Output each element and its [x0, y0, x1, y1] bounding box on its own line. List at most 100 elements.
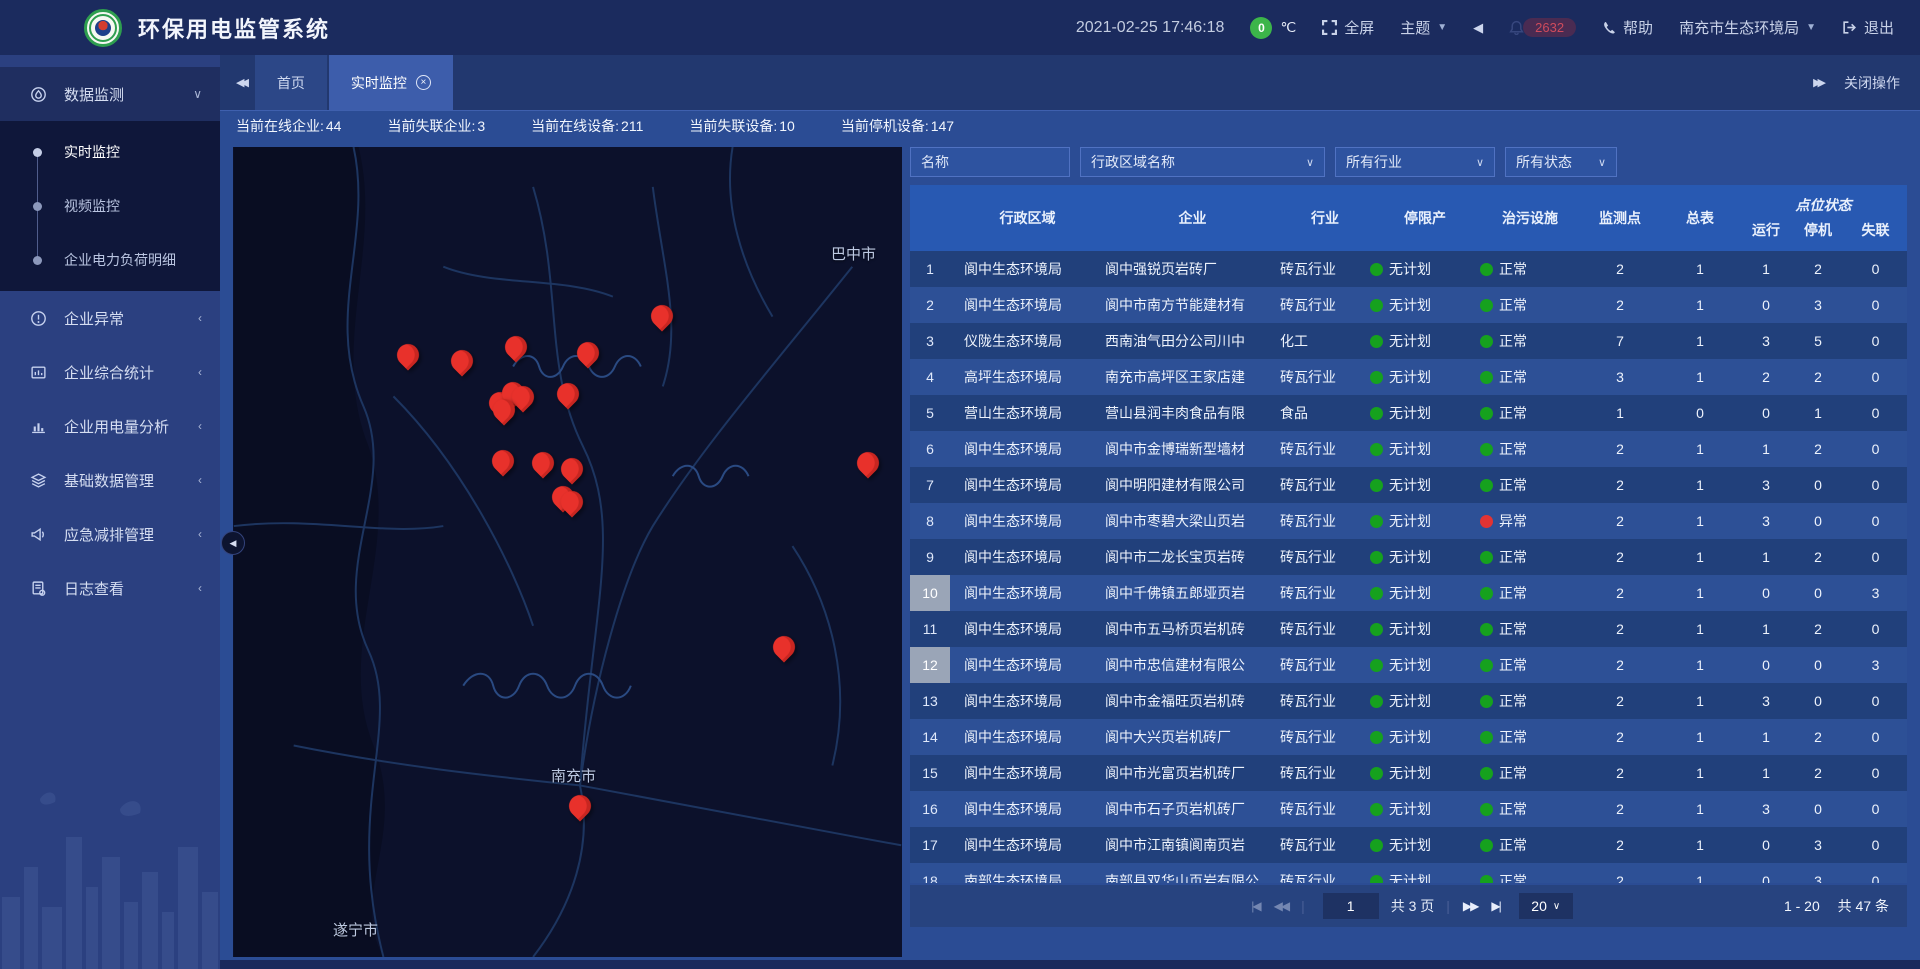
prev-page-icon[interactable]: ◀◀	[1267, 899, 1295, 913]
map-roads	[233, 147, 902, 957]
sidebar-subitem[interactable]: 企业电力负荷明细	[0, 233, 220, 287]
table-row[interactable]: 3仪陇生态环境局西南油气田分公司川中化工无计划正常71350	[910, 323, 1907, 359]
horizontal-scrollbar[interactable]	[220, 960, 1920, 969]
limit-status-cell: 无计划	[1370, 727, 1480, 747]
tabs-scroll-right-icon[interactable]: ▶▶	[1813, 76, 1826, 89]
status-dot	[1370, 623, 1383, 636]
table-row[interactable]: 6阆中生态环境局阆中市金博瑞新型墙材砖瓦行业无计划正常21120	[910, 431, 1907, 467]
map-collapse-handle[interactable]: ◀	[221, 531, 245, 555]
org-label: 南充市生态环境局	[1679, 17, 1799, 38]
industry-filter-select[interactable]: 所有行业 ∨	[1335, 147, 1495, 177]
stop-count-cell: 2	[1792, 369, 1844, 385]
map-panel[interactable]: 巴中市南充市遂宁市 ◀	[233, 147, 902, 957]
meters-cell: 1	[1660, 441, 1740, 457]
industry-cell: 砖瓦行业	[1280, 799, 1370, 819]
run-count-cell: 3	[1740, 693, 1792, 709]
table-row[interactable]: 1阆中生态环境局阆中强锐页岩砖厂砖瓦行业无计划正常21120	[910, 251, 1907, 287]
row-number: 13	[910, 683, 950, 719]
limit-status-cell: 无计划	[1370, 619, 1480, 639]
table-row[interactable]: 4高坪生态环境局南充市高坪区王家店建砖瓦行业无计划正常31220	[910, 359, 1907, 395]
stop-count-cell: 0	[1792, 657, 1844, 673]
last-page-icon[interactable]: ▶|	[1484, 899, 1506, 913]
limit-status-cell: 无计划	[1370, 763, 1480, 783]
table-row[interactable]: 12阆中生态环境局阆中市忠信建材有限公砖瓦行业无计划正常21003	[910, 647, 1907, 683]
limit-status-cell: 无计划	[1370, 511, 1480, 531]
notifications-button[interactable]: 2632	[1509, 18, 1576, 37]
stat-label: 当前失联设备:	[689, 118, 777, 134]
mute-icon[interactable]: ◀	[1473, 20, 1483, 36]
facility-status-label: 正常	[1499, 657, 1527, 673]
meters-cell: 1	[1660, 369, 1740, 385]
meters-cell: 1	[1660, 657, 1740, 673]
page-number-input[interactable]: 1	[1323, 893, 1379, 919]
help-button[interactable]: 帮助	[1602, 17, 1653, 38]
map-city-label: 遂宁市	[333, 919, 378, 940]
table-row[interactable]: 11阆中生态环境局阆中市五马桥页岩机砖砖瓦行业无计划正常21120	[910, 611, 1907, 647]
table-row[interactable]: 9阆中生态环境局阆中市二龙长宝页岩砖砖瓦行业无计划正常21120	[910, 539, 1907, 575]
tabs-scroll-left-icon[interactable]: ◀◀	[220, 76, 255, 89]
stat-label: 当前停机设备:	[841, 118, 929, 134]
org-dropdown[interactable]: 南充市生态环境局 ▼	[1679, 17, 1816, 38]
region-cell: 阆中生态环境局	[950, 691, 1105, 711]
map-city-label: 巴中市	[831, 243, 876, 264]
sidebar-subitem[interactable]: 视频监控	[0, 179, 220, 233]
facility-status-label: 正常	[1499, 693, 1527, 709]
table-row[interactable]: 7阆中生态环境局阆中明阳建材有限公司砖瓦行业无计划正常21300	[910, 467, 1907, 503]
name-filter-input[interactable]	[910, 147, 1070, 177]
table-row[interactable]: 13阆中生态环境局阆中市金福旺页岩机砖砖瓦行业无计划正常21300	[910, 683, 1907, 719]
facility-status-cell: 正常	[1480, 799, 1580, 819]
lost-count-cell: 0	[1844, 477, 1907, 493]
tab-close-icon[interactable]: ×	[416, 75, 431, 90]
status-dot	[1480, 731, 1493, 744]
table-row[interactable]: 2阆中生态环境局阆中市南方节能建材有砖瓦行业无计划正常21030	[910, 287, 1907, 323]
limit-status-cell: 无计划	[1370, 835, 1480, 855]
company-cell: 阆中明阳建材有限公司	[1105, 475, 1280, 495]
lost-count-cell: 0	[1844, 333, 1907, 349]
table-row[interactable]: 5营山生态环境局营山县润丰肉食品有限食品无计划正常10010	[910, 395, 1907, 431]
company-cell: 阆中大兴页岩机砖厂	[1105, 727, 1280, 747]
company-cell: 阆中市二龙长宝页岩砖	[1105, 547, 1280, 567]
sidebar-item-label: 日志查看	[64, 578, 124, 599]
tab-首页[interactable]: 首页	[255, 55, 327, 110]
sidebar-item-logs[interactable]: 日志查看‹	[0, 561, 220, 615]
table-row[interactable]: 16阆中生态环境局阆中市石子页岩机砖厂砖瓦行业无计划正常21300	[910, 791, 1907, 827]
lost-count-cell: 0	[1844, 369, 1907, 385]
facility-status-label: 正常	[1499, 621, 1527, 637]
company-cell: 阆中千佛镇五郎垭页岩	[1105, 583, 1280, 603]
run-count-cell: 3	[1740, 513, 1792, 529]
stop-count-cell: 0	[1792, 585, 1844, 601]
first-page-icon[interactable]: |◀	[1244, 899, 1266, 913]
table-row[interactable]: 17阆中生态环境局阆中市江南镇阆南页岩砖瓦行业无计划正常21030	[910, 827, 1907, 863]
next-page-icon[interactable]: ▶▶	[1456, 899, 1484, 913]
sidebar-item-emergency[interactable]: 应急减排管理‹	[0, 507, 220, 561]
facility-status-cell: 正常	[1480, 727, 1580, 747]
table-row[interactable]: 18南部生态环境局南部县双华山页岩有限公砖瓦行业无计划正常21030	[910, 863, 1907, 883]
region-filter-select[interactable]: 行政区域名称 ∨	[1080, 147, 1325, 177]
limit-status-cell: 无计划	[1370, 871, 1480, 883]
status-filter-select[interactable]: 所有状态 ∨	[1505, 147, 1617, 177]
run-count-cell: 1	[1740, 621, 1792, 637]
status-dot	[1370, 515, 1383, 528]
lost-count-cell: 0	[1844, 261, 1907, 277]
sidebar-item-enterprise-stats[interactable]: 企业综合统计‹	[0, 345, 220, 399]
table-row[interactable]: 15阆中生态环境局阆中市光富页岩机砖厂砖瓦行业无计划正常21120	[910, 755, 1907, 791]
facility-status-label: 正常	[1499, 585, 1527, 601]
sidebar-subitem[interactable]: 实时监控	[0, 125, 220, 179]
sidebar-item-data-monitor[interactable]: 数据监测∨	[0, 67, 220, 121]
brand: 环保用电监管系统	[0, 9, 330, 47]
table-row[interactable]: 10阆中生态环境局阆中千佛镇五郎垭页岩砖瓦行业无计划正常21003	[910, 575, 1907, 611]
sidebar-item-power-analysis[interactable]: 企业用电量分析‹	[0, 399, 220, 453]
fullscreen-button[interactable]: 全屏	[1322, 17, 1374, 38]
status-dot	[1480, 695, 1493, 708]
stat-item: 当前停机设备:147	[841, 116, 954, 136]
sidebar-item-base-data[interactable]: 基础数据管理‹	[0, 453, 220, 507]
table-row[interactable]: 8阆中生态环境局阆中市枣碧大梁山页岩砖瓦行业无计划异常21300	[910, 503, 1907, 539]
page-size-select[interactable]: 20 ∨	[1519, 893, 1573, 919]
theme-dropdown[interactable]: 主题 ▼	[1400, 17, 1447, 38]
table-row[interactable]: 14阆中生态环境局阆中大兴页岩机砖厂砖瓦行业无计划正常21120	[910, 719, 1907, 755]
sidebar-item-enterprise-abnormal[interactable]: 企业异常‹	[0, 291, 220, 345]
tab-实时监控[interactable]: 实时监控×	[329, 55, 453, 110]
logout-button[interactable]: 退出	[1842, 17, 1894, 38]
run-count-cell: 0	[1740, 585, 1792, 601]
close-operations-button[interactable]: 关闭操作	[1844, 73, 1900, 93]
